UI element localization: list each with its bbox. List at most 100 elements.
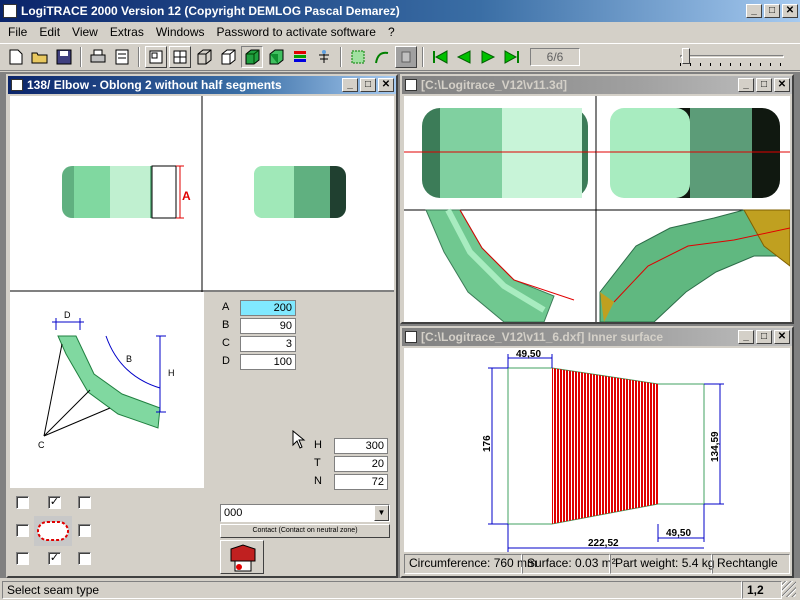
sketch-label-h: H xyxy=(168,368,175,378)
menu-view[interactable]: View xyxy=(66,23,104,41)
dxf-dim-left: 176 xyxy=(482,435,493,452)
dxf-dim-bottom-small: 49,50 xyxy=(666,528,691,539)
elbow-close-button[interactable]: ✕ xyxy=(378,78,394,92)
color-layers-icon[interactable] xyxy=(289,46,311,68)
elbow-window: 138/ Elbow - Oblong 2 without half segme… xyxy=(6,74,398,578)
status-message: Select seam type xyxy=(2,581,742,599)
seam-checkbox[interactable] xyxy=(16,552,29,565)
dxf-info-bar: Circumference: 760 mm Surface: 0.03 m² P… xyxy=(404,554,790,574)
elbow-views-canvas[interactable]: A xyxy=(10,96,394,292)
dxf-maximize-button[interactable]: □ xyxy=(756,330,772,344)
menu-extras[interactable]: Extras xyxy=(104,23,150,41)
resize-grip-icon[interactable] xyxy=(782,581,796,597)
tree-icon[interactable] xyxy=(313,46,335,68)
3d-close-button[interactable]: ✕ xyxy=(774,78,790,92)
3d-views-canvas[interactable] xyxy=(404,96,791,323)
menu-help[interactable]: ? xyxy=(382,23,401,41)
param-label-a: A xyxy=(222,301,230,313)
window-icon xyxy=(405,79,417,91)
toolbar: 6/6 xyxy=(0,43,800,71)
seam-checkbox[interactable] xyxy=(78,552,91,565)
elbow-sketch: D B H C xyxy=(10,292,204,488)
3d-maximize-button[interactable]: □ xyxy=(756,78,772,92)
seam-checkbox[interactable] xyxy=(78,496,91,509)
app-titlebar[interactable]: LogiTRACE 2000 Version 12 (Copyright DEM… xyxy=(0,0,800,22)
3d-window-titlebar[interactable]: [C:\Logitrace_V12\v11.3d] _ □ ✕ xyxy=(402,76,792,94)
contact-button[interactable]: Contact (Contact on neutral zone) xyxy=(220,524,390,538)
print-icon[interactable] xyxy=(87,46,109,68)
new-file-icon[interactable] xyxy=(5,46,27,68)
param-d-field[interactable]: 100 xyxy=(240,354,296,370)
app-statusbar: Select seam type 1,2 xyxy=(0,580,800,600)
seam-checkbox[interactable]: ✓ xyxy=(48,496,61,509)
dxf-minimize-button[interactable]: _ xyxy=(738,330,754,344)
contact-combo-value: 000 xyxy=(224,507,243,519)
curve-icon[interactable] xyxy=(371,46,393,68)
elbow-maximize-button[interactable]: □ xyxy=(360,78,376,92)
toolbar-separator xyxy=(80,47,82,67)
dxf-window-titlebar[interactable]: [C:\Logitrace_V12\v11_6.dxf] Inner surfa… xyxy=(402,328,792,346)
dxf-window-title: [C:\Logitrace_V12\v11_6.dxf] Inner surfa… xyxy=(421,330,664,344)
param-h-field[interactable]: 300 xyxy=(334,438,388,454)
disabled-tool-icon[interactable] xyxy=(395,46,417,68)
seam-checkbox[interactable]: ✓ xyxy=(48,552,61,565)
combo-dropdown-arrow-icon[interactable]: ▼ xyxy=(374,505,389,521)
seam-checkbox[interactable] xyxy=(78,524,91,537)
param-n-field[interactable]: 72 xyxy=(334,474,388,490)
sketch-label-d: D xyxy=(64,310,71,320)
shape-type-readout: Rechtangle xyxy=(712,554,790,574)
minimize-button[interactable]: _ xyxy=(746,4,762,18)
page-setup-icon[interactable] xyxy=(111,46,133,68)
3d-minimize-button[interactable]: _ xyxy=(738,78,754,92)
menu-edit[interactable]: Edit xyxy=(33,23,66,41)
toolbar-separator xyxy=(340,47,342,67)
save-icon[interactable] xyxy=(53,46,75,68)
close-button[interactable]: ✕ xyxy=(782,4,798,18)
surface-readout: Surface: 0.03 m² xyxy=(522,554,616,574)
wireframe-box-icon[interactable] xyxy=(193,46,215,68)
status-position: 1,2 xyxy=(742,581,782,599)
part-weight-readout: Part weight: 5.4 kg xyxy=(610,554,714,574)
menu-bar: File Edit View Extras Windows Password t… xyxy=(2,23,798,41)
app-title: LogiTRACE 2000 Version 12 (Copyright DEM… xyxy=(21,4,400,18)
open-folder-icon[interactable] xyxy=(29,46,51,68)
maximize-button[interactable]: □ xyxy=(764,4,780,18)
3d-window: [C:\Logitrace_V12\v11.3d] _ □ ✕ xyxy=(400,74,794,324)
view-flat-icon[interactable] xyxy=(145,46,167,68)
page-counter: 6/6 xyxy=(530,48,580,66)
menu-file[interactable]: File xyxy=(2,23,33,41)
view-grid-icon[interactable] xyxy=(169,46,191,68)
menu-windows[interactable]: Windows xyxy=(150,23,211,41)
elbow-window-titlebar[interactable]: 138/ Elbow - Oblong 2 without half segme… xyxy=(8,76,396,94)
outline-box-icon[interactable] xyxy=(217,46,239,68)
elbow-minimize-button[interactable]: _ xyxy=(342,78,358,92)
dim-label-a: A xyxy=(182,189,191,203)
param-a-field[interactable]: 200 xyxy=(240,300,296,316)
param-label-h: H xyxy=(314,439,322,451)
contact-combo[interactable]: 000 ▼ xyxy=(220,504,390,522)
zoom-slider-thumb[interactable] xyxy=(682,48,690,64)
circumference-readout: Circumference: 760 mm xyxy=(404,554,537,574)
zoom-slider[interactable] xyxy=(680,48,784,66)
seam-tool-button[interactable] xyxy=(220,540,264,574)
previous-page-icon[interactable] xyxy=(453,46,475,68)
mouse-cursor-icon xyxy=(292,430,306,449)
seam-checkbox[interactable] xyxy=(16,496,29,509)
dxf-close-button[interactable]: ✕ xyxy=(774,330,790,344)
dxf-window: [C:\Logitrace_V12\v11_6.dxf] Inner surfa… xyxy=(400,326,794,578)
shaded-box-icon[interactable] xyxy=(265,46,287,68)
param-t-field[interactable]: 20 xyxy=(334,456,388,472)
next-page-icon[interactable] xyxy=(477,46,499,68)
seam-checkbox[interactable] xyxy=(16,524,29,537)
seam-shape-preview xyxy=(34,516,72,546)
window-icon xyxy=(11,79,23,91)
solid-box-icon[interactable] xyxy=(241,46,263,68)
menu-password[interactable]: Password to activate software xyxy=(211,23,382,41)
first-page-icon[interactable] xyxy=(429,46,451,68)
param-c-field[interactable]: 3 xyxy=(240,336,296,352)
dxf-canvas[interactable]: 49,50 176 134,59 49,50 222,52 xyxy=(404,348,790,552)
param-b-field[interactable]: 90 xyxy=(240,318,296,334)
app-icon xyxy=(3,4,17,18)
last-page-icon[interactable] xyxy=(501,46,523,68)
frame-select-icon[interactable] xyxy=(347,46,369,68)
